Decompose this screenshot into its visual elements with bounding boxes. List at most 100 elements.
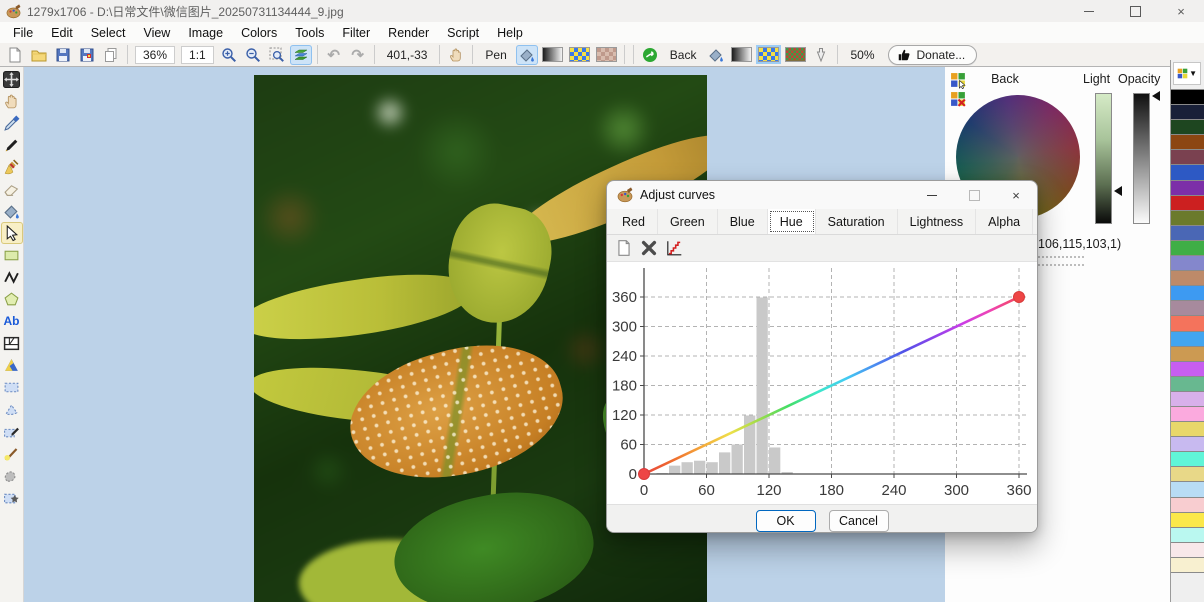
menu-item-colors[interactable]: Colors — [232, 24, 286, 42]
tab-red[interactable]: Red — [610, 209, 658, 234]
rectangle-tool[interactable] — [1, 244, 23, 266]
palette-swatch[interactable] — [1171, 211, 1204, 226]
clean-tool[interactable] — [1, 156, 23, 178]
palette-swatch[interactable] — [1171, 286, 1204, 301]
lightness-bar[interactable] — [1095, 93, 1112, 224]
tab-blue[interactable]: Blue — [718, 209, 768, 234]
palette-swatch[interactable] — [1171, 181, 1204, 196]
pattern-fill-swatch[interactable] — [569, 47, 590, 62]
layers-button[interactable] — [290, 45, 312, 65]
menu-item-select[interactable]: Select — [82, 24, 135, 42]
lightness-slider-handle[interactable] — [1114, 186, 1122, 196]
back-mosaic-swatch[interactable] — [785, 47, 806, 62]
menu-item-filter[interactable]: Filter — [333, 24, 379, 42]
palette-swatch[interactable] — [1171, 362, 1204, 377]
eraser-tool[interactable] — [1, 178, 23, 200]
zoom-selection-button[interactable] — [266, 45, 288, 65]
palette-swatch[interactable] — [1171, 332, 1204, 347]
palette-swatch[interactable] — [1171, 135, 1204, 150]
save-button[interactable] — [52, 45, 74, 65]
ok-button[interactable]: OK — [756, 510, 816, 532]
tab-lightness[interactable]: Lightness — [898, 209, 977, 234]
palette-swatch[interactable] — [1171, 377, 1204, 392]
polyline-tool[interactable] — [1, 266, 23, 288]
pan-tool[interactable] — [1, 90, 23, 112]
fill-tool[interactable] — [1, 200, 23, 222]
close-button[interactable]: × — [1158, 0, 1204, 22]
select-shape-tool[interactable] — [1, 486, 23, 508]
palette-swatch[interactable] — [1171, 120, 1204, 135]
palette-swatch[interactable] — [1171, 271, 1204, 286]
brush-tool[interactable] — [1, 442, 23, 464]
lasso-tool[interactable] — [1, 398, 23, 420]
dialog-maximize-button[interactable] — [953, 181, 995, 209]
dialog-close-button[interactable]: × — [995, 181, 1037, 209]
gradient-fill-swatch[interactable] — [542, 47, 563, 62]
pointer-tool[interactable] — [1, 222, 23, 244]
palette-swatch[interactable] — [1171, 316, 1204, 331]
swap-colors-button[interactable] — [639, 45, 661, 65]
palette-swatch[interactable] — [1171, 437, 1204, 452]
palette-swatch[interactable] — [1171, 256, 1204, 271]
copy-button[interactable] — [100, 45, 122, 65]
palette-swatch[interactable] — [1171, 392, 1204, 407]
zoom-out-button[interactable] — [242, 45, 264, 65]
menu-item-view[interactable]: View — [134, 24, 179, 42]
pan-button[interactable] — [445, 45, 467, 65]
texture-fill-swatch[interactable] — [596, 47, 617, 62]
redo-button[interactable]: ↷ — [347, 45, 369, 65]
back-pattern-swatch[interactable] — [758, 47, 779, 62]
step-curve-button[interactable] — [665, 239, 683, 257]
open-file-button[interactable] — [28, 45, 50, 65]
fill-style-button[interactable] — [516, 45, 538, 65]
palette-swatch[interactable] — [1171, 150, 1204, 165]
move-tool[interactable] — [1, 68, 23, 90]
minimize-button[interactable] — [1066, 0, 1112, 22]
gradient-tool[interactable] — [1, 354, 23, 376]
donate-button[interactable]: Donate... — [888, 45, 978, 65]
text-tool[interactable]: Ab — [1, 310, 23, 332]
dialog-minimize-button[interactable] — [911, 181, 953, 209]
zoom-ratio-button[interactable]: 1:1 — [181, 46, 214, 64]
palette-swatch[interactable] — [1171, 513, 1204, 528]
palette-swatch[interactable] — [1171, 241, 1204, 256]
maximize-button[interactable] — [1112, 0, 1158, 22]
new-file-button[interactable] — [4, 45, 26, 65]
palette-swatch[interactable] — [1171, 407, 1204, 422]
undo-button[interactable]: ↶ — [323, 45, 345, 65]
select-pen-tool[interactable] — [1, 420, 23, 442]
palette-swatch[interactable] — [1171, 90, 1204, 105]
palette-swatch[interactable] — [1171, 558, 1204, 573]
tab-alpha[interactable]: Alpha — [976, 209, 1033, 234]
pen-tool[interactable] — [1, 134, 23, 156]
eyedropper-tool[interactable] — [1, 112, 23, 134]
opacity-slider-handle[interactable] — [1152, 91, 1160, 101]
cancel-button[interactable]: Cancel — [829, 510, 889, 532]
remove-color-icon[interactable] — [950, 91, 967, 108]
palette-swatch[interactable] — [1171, 105, 1204, 120]
palette-swatch[interactable] — [1171, 482, 1204, 497]
menu-item-tools[interactable]: Tools — [286, 24, 333, 42]
frame-tool[interactable] — [1, 332, 23, 354]
palette-swatch[interactable] — [1171, 422, 1204, 437]
menu-item-render[interactable]: Render — [379, 24, 438, 42]
back-gradient-swatch[interactable] — [731, 47, 752, 62]
zoom-in-button[interactable] — [218, 45, 240, 65]
opacity-bar[interactable] — [1133, 93, 1150, 224]
menu-item-file[interactable]: File — [4, 24, 42, 42]
clip-button[interactable] — [810, 45, 832, 65]
clone-stamp-tool[interactable] — [1, 464, 23, 486]
polygon-tool[interactable] — [1, 288, 23, 310]
palette-swatch[interactable] — [1171, 226, 1204, 241]
reset-curve-button[interactable] — [615, 239, 633, 257]
tab-green[interactable]: Green — [658, 209, 718, 234]
save-as-button[interactable] — [76, 45, 98, 65]
zoom-level-input[interactable]: 36% — [135, 46, 175, 64]
menu-item-edit[interactable]: Edit — [42, 24, 82, 42]
palette-swatch[interactable] — [1171, 301, 1204, 316]
palette-swatch[interactable] — [1171, 467, 1204, 482]
select-rectangle-tool[interactable] — [1, 376, 23, 398]
menu-item-script[interactable]: Script — [438, 24, 488, 42]
tab-hue[interactable]: Hue — [768, 209, 816, 234]
palette-swatch[interactable] — [1171, 452, 1204, 467]
